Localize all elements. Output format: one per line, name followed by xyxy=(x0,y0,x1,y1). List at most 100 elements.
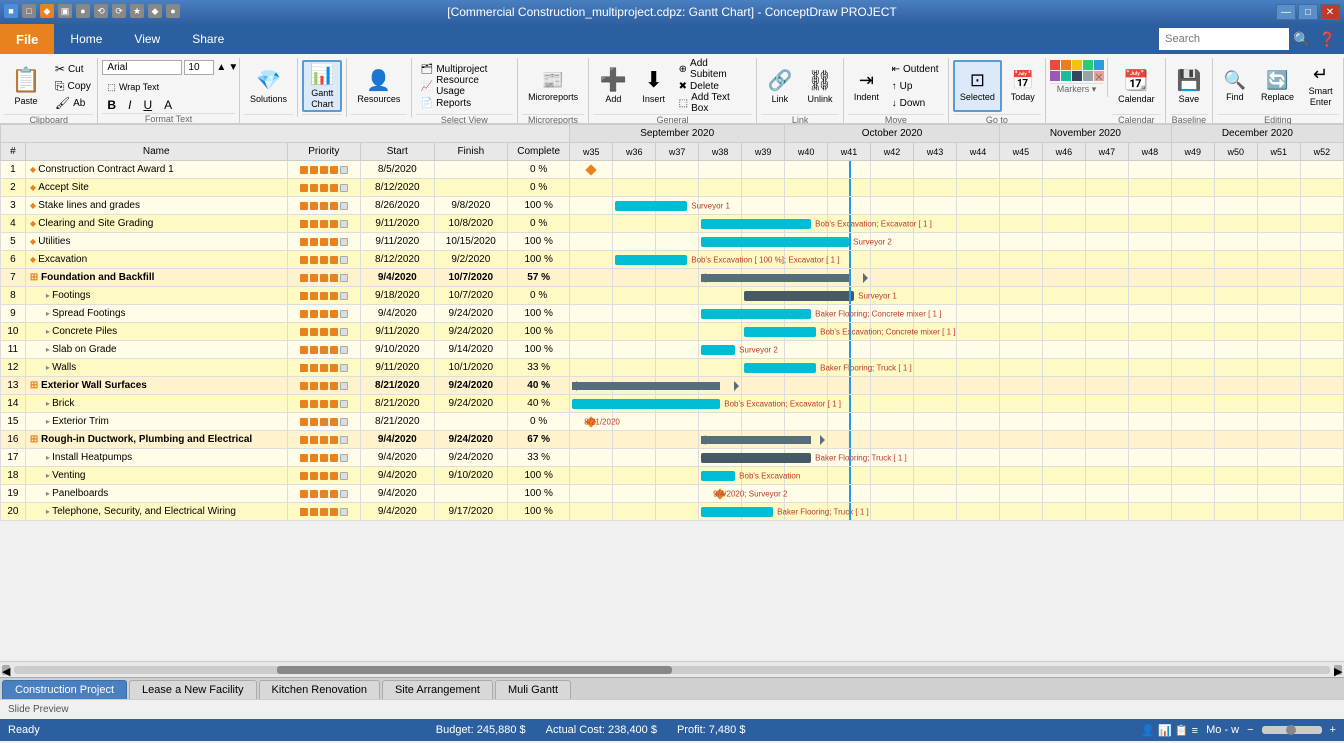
marker-dark[interactable] xyxy=(1072,71,1082,81)
insert-button[interactable]: ⬇ Insert xyxy=(636,60,672,112)
zoom-thumb[interactable] xyxy=(1286,725,1296,735)
font-color-button[interactable]: A xyxy=(159,97,177,113)
today-line xyxy=(849,305,851,322)
marker-red[interactable] xyxy=(1050,60,1060,70)
task-name: Stake lines and grades xyxy=(38,200,140,211)
add-button[interactable]: ➕ Add xyxy=(593,60,633,112)
font-name-input[interactable] xyxy=(102,60,182,75)
font-size-input[interactable] xyxy=(184,60,214,75)
zoom-plus[interactable]: + xyxy=(1330,724,1336,736)
reports-button[interactable]: 📄 Reports xyxy=(416,95,513,111)
horizontal-scrollbar[interactable]: ◀ ▶ xyxy=(0,661,1344,677)
file-menu[interactable]: File xyxy=(0,24,54,54)
search-input[interactable] xyxy=(1159,28,1289,50)
finish-cell: 10/8/2020 xyxy=(434,215,508,233)
slide-preview-label: Slide Preview xyxy=(8,704,69,715)
gantt-week-cell xyxy=(785,161,828,179)
gantt-chart-button[interactable]: 📊 Gantt Chart xyxy=(302,60,342,112)
unlink-button[interactable]: ⛓ Unlink xyxy=(801,60,839,112)
task-name: Construction Contract Award 1 xyxy=(38,164,173,175)
gantt-week-cell xyxy=(1085,179,1128,197)
format-painter-button[interactable]: 🖌 Ab xyxy=(50,95,96,111)
close-button[interactable]: ✕ xyxy=(1320,4,1340,20)
tab-muli-gantt[interactable]: Muli Gantt xyxy=(495,680,571,699)
font-size-up-icon[interactable]: ▲ xyxy=(216,62,226,73)
complete-cell: 100 % xyxy=(508,503,570,521)
marker-orange[interactable] xyxy=(1061,60,1071,70)
gantt-week-cell xyxy=(1128,251,1171,269)
marker-purple[interactable] xyxy=(1050,71,1060,81)
bold-button[interactable]: B xyxy=(102,97,121,113)
help-icon[interactable]: ❓ xyxy=(1319,31,1336,48)
italic-button[interactable]: I xyxy=(123,97,136,113)
home-menu[interactable]: Home xyxy=(54,24,118,54)
scroll-thumb[interactable] xyxy=(277,666,672,674)
indent-button[interactable]: ⇥ Indent xyxy=(848,60,884,112)
minimize-button[interactable]: — xyxy=(1276,4,1296,20)
marker-x[interactable]: ✕ xyxy=(1094,71,1104,81)
paste-button[interactable]: 📋 Paste xyxy=(4,60,48,112)
gantt-week-cell: Surveyor 1 xyxy=(742,287,785,305)
selected-button[interactable]: ⊡ Selected xyxy=(953,60,1003,112)
outdent-button[interactable]: ⇤ Outdent xyxy=(887,61,944,77)
tab-lease-new-facility[interactable]: Lease a New Facility xyxy=(129,680,257,699)
marker-blue[interactable] xyxy=(1094,60,1104,70)
gantt-week-cell xyxy=(1042,359,1085,377)
marker-green[interactable] xyxy=(1083,60,1093,70)
tab-kitchen-renovation[interactable]: Kitchen Renovation xyxy=(259,680,380,699)
marker-yellow[interactable] xyxy=(1072,60,1082,70)
today-button[interactable]: 📅 Today xyxy=(1004,60,1041,112)
gantt-week-cell xyxy=(1171,233,1214,251)
gantt-week-cell xyxy=(1171,359,1214,377)
cut-button[interactable]: ✂ Cut xyxy=(50,61,96,77)
gantt-scroll-area[interactable]: September 2020 October 2020 November 202… xyxy=(0,124,1344,661)
add-text-box-button[interactable]: ⬚ Add Text Box xyxy=(674,95,752,111)
today-line xyxy=(849,359,851,376)
microreports-button[interactable]: 📰 Microreports xyxy=(522,60,584,112)
scroll-right-btn[interactable]: ▶ xyxy=(1334,665,1342,675)
calendar-button[interactable]: 📆 Calendar xyxy=(1112,60,1161,112)
save-button[interactable]: 💾 Save xyxy=(1170,60,1208,112)
search-icon[interactable]: 🔍 xyxy=(1293,31,1310,48)
font-size-down-icon[interactable]: ▼ xyxy=(228,62,238,73)
copy-button[interactable]: ⎘ Copy xyxy=(50,78,96,94)
resources-button[interactable]: 👤 Resources xyxy=(351,60,407,112)
link-button[interactable]: 🔗 Link xyxy=(761,60,799,112)
today-line xyxy=(849,287,851,304)
zoom-slider[interactable] xyxy=(1262,726,1322,734)
start-cell: 9/11/2020 xyxy=(361,233,435,251)
up-button[interactable]: ↑ Up xyxy=(887,78,944,94)
markers-color-grid[interactable]: ✕ xyxy=(1050,60,1104,81)
add-subitem-button[interactable]: ⊕ Add Subitem xyxy=(674,61,752,77)
marker-teal[interactable] xyxy=(1061,71,1071,81)
tab-site-arrangement[interactable]: Site Arrangement xyxy=(382,680,493,699)
down-button[interactable]: ↓ Down xyxy=(887,95,944,111)
share-menu[interactable]: Share xyxy=(176,24,240,54)
marker-gray[interactable] xyxy=(1083,71,1093,81)
find-button[interactable]: 🔍 Find xyxy=(1217,60,1253,112)
scroll-left-btn[interactable]: ◀ xyxy=(2,665,10,675)
priority-cell xyxy=(287,377,361,395)
underline-button[interactable]: U xyxy=(138,97,157,113)
gantt-week-cell xyxy=(613,305,656,323)
complete-cell: 0 % xyxy=(508,161,570,179)
solutions-button[interactable]: 💎 Solutions xyxy=(244,60,294,112)
finish-cell: 9/2/2020 xyxy=(434,251,508,269)
gantt-week-cell xyxy=(742,377,785,395)
maximize-button[interactable]: □ xyxy=(1298,4,1318,20)
table-row: 5◆ Utilities9/11/202010/15/2020100 %Surv… xyxy=(1,233,1344,251)
replace-button[interactable]: 🔄 Replace xyxy=(1255,60,1300,112)
view-menu[interactable]: View xyxy=(118,24,176,54)
scroll-track[interactable] xyxy=(14,666,1330,674)
gantt-week-cell xyxy=(570,251,613,269)
add-icon: ➕ xyxy=(600,67,627,93)
task-name: Venting xyxy=(52,470,85,481)
zoom-minus[interactable]: − xyxy=(1247,724,1253,736)
tab-construction-project[interactable]: Construction Project xyxy=(2,680,127,699)
row-number: 12 xyxy=(1,359,26,377)
smart-enter-button[interactable]: ↵ Smart Enter xyxy=(1302,60,1339,112)
resource-usage-button[interactable]: 📈 Resource Usage xyxy=(416,78,513,94)
row-number: 17 xyxy=(1,449,26,467)
wrap-text-button[interactable]: ⬚ Wrap Text xyxy=(102,79,164,95)
icon8: ★ xyxy=(130,4,144,18)
